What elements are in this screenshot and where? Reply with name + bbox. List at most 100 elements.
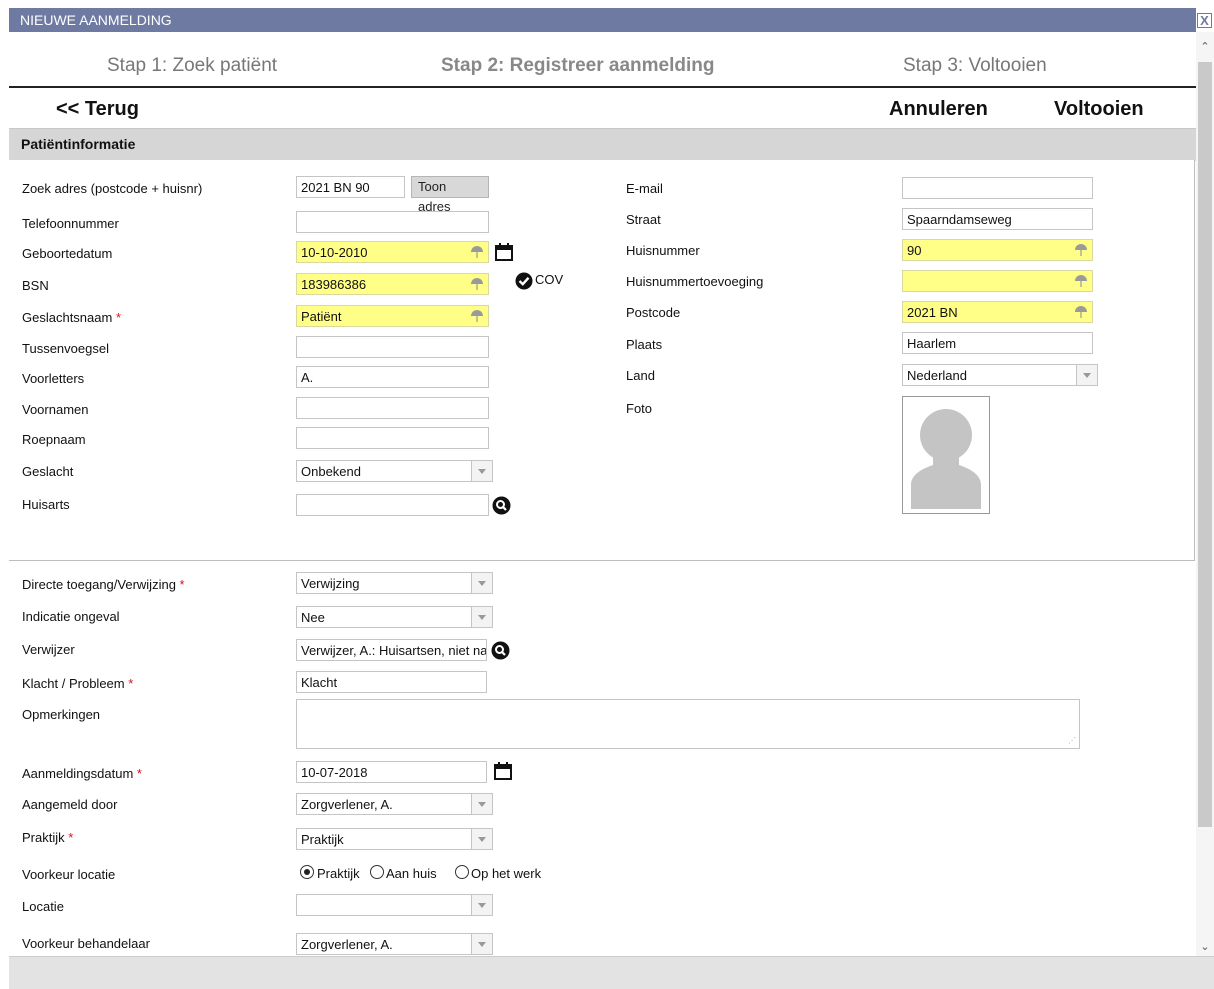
- gp-label: Huisarts: [22, 497, 70, 512]
- chevron-down-icon[interactable]: [471, 607, 492, 627]
- access-label: Directe toegang/Verwijzing *: [22, 577, 185, 592]
- chevron-down-icon[interactable]: [471, 573, 492, 593]
- calendar-icon[interactable]: [495, 243, 513, 264]
- remarks-label: Opmerkingen: [22, 707, 101, 722]
- practice-value: Praktijk: [301, 832, 344, 847]
- radio-home[interactable]: [370, 865, 384, 879]
- referrer-input[interactable]: Verwijzer, A.: Huisartsen, niet nader ge…: [296, 639, 487, 661]
- step-2-active: Stap 2: Registreer aanmelding: [441, 55, 715, 76]
- finish-link[interactable]: Voltooien: [1054, 98, 1144, 121]
- surname-value: Patiënt: [301, 309, 342, 324]
- chevron-down-icon[interactable]: [1076, 365, 1097, 385]
- gender-select[interactable]: Onbekend: [296, 460, 493, 482]
- nav-row: [9, 88, 1196, 128]
- email-label: E-mail: [626, 181, 663, 196]
- cov-label: COV: [535, 272, 564, 287]
- registered-by-select[interactable]: Zorgverlener, A.: [296, 793, 493, 815]
- reg-date-input[interactable]: 10-07-2018: [296, 761, 487, 783]
- umbrella-icon: [470, 309, 484, 323]
- step-3: Stap 3: Voltooien: [903, 55, 1047, 76]
- umbrella-icon: [1074, 243, 1088, 257]
- back-link[interactable]: << Terug: [56, 98, 139, 121]
- radio-work-label: Op het werk: [471, 866, 542, 881]
- search-address-input[interactable]: 2021 BN 90: [296, 176, 405, 198]
- housenumber-value: 90: [907, 243, 922, 258]
- birthdate-label: Geboortedatum: [22, 246, 113, 261]
- required-marker: *: [179, 577, 185, 592]
- location-pref-label: Voorkeur locatie: [22, 867, 116, 882]
- accident-value: Nee: [301, 610, 325, 625]
- remarks-textarea[interactable]: ⋰: [296, 699, 1080, 749]
- referrer-label: Verwijzer: [22, 642, 75, 657]
- chevron-down-icon[interactable]: [471, 794, 492, 814]
- dialog-footer: [9, 956, 1214, 989]
- scroll-up-icon[interactable]: ⌃: [1198, 40, 1212, 54]
- country-value: Nederland: [907, 368, 967, 383]
- nickname-label: Roepnaam: [22, 432, 86, 447]
- city-input[interactable]: Haarlem: [902, 332, 1093, 354]
- radio-work[interactable]: [455, 865, 469, 879]
- step-1: Stap 1: Zoek patiënt: [107, 55, 278, 76]
- scroll-down-icon[interactable]: ⌄: [1198, 940, 1212, 954]
- gender-value: Onbekend: [301, 464, 361, 479]
- initials-input[interactable]: A.: [296, 366, 489, 388]
- access-select[interactable]: Verwijzing: [296, 572, 493, 594]
- practitioner-pref-label: Voorkeur behandelaar: [22, 936, 150, 951]
- radio-practice[interactable]: [300, 865, 314, 879]
- country-select[interactable]: Nederland: [902, 364, 1098, 386]
- postcode-input[interactable]: 2021 BN: [902, 301, 1093, 323]
- bsn-input[interactable]: 183986386: [296, 273, 489, 295]
- housenumber-label: Huisnummer: [626, 243, 700, 258]
- search-icon[interactable]: [491, 641, 510, 663]
- chevron-down-icon[interactable]: [471, 934, 492, 954]
- umbrella-icon: [470, 245, 484, 259]
- umbrella-icon: [1074, 305, 1088, 319]
- street-input[interactable]: Spaarndamseweg: [902, 208, 1093, 230]
- email-input[interactable]: [902, 177, 1093, 199]
- phone-input[interactable]: [296, 211, 489, 233]
- housenumber-add-input[interactable]: [902, 270, 1093, 292]
- gp-input[interactable]: [296, 494, 489, 516]
- housenumber-input[interactable]: 90: [902, 239, 1093, 261]
- chevron-down-icon[interactable]: [471, 895, 492, 915]
- gender-label: Geslacht: [22, 464, 74, 479]
- postcode-label: Postcode: [626, 305, 681, 320]
- complaint-label: Klacht / Probleem *: [22, 676, 134, 691]
- housenumber-add-label: Huisnummertoevoeging: [626, 274, 764, 289]
- firstnames-input[interactable]: [296, 397, 489, 419]
- birthdate-input[interactable]: 10-10-2010: [296, 241, 489, 263]
- practice-label: Praktijk *: [22, 830, 74, 845]
- radio-home-label: Aan huis: [386, 866, 437, 881]
- scrollbar-thumb[interactable]: [1198, 62, 1212, 827]
- photo-placeholder[interactable]: [902, 396, 990, 514]
- street-label: Straat: [626, 212, 661, 227]
- resize-grip-icon[interactable]: ⋰: [1068, 736, 1076, 745]
- search-icon[interactable]: [492, 496, 511, 518]
- umbrella-icon: [1074, 274, 1088, 288]
- accident-label: Indicatie ongeval: [22, 609, 120, 624]
- practitioner-pref-select[interactable]: Zorgverlener, A.: [296, 933, 493, 955]
- close-button[interactable]: X: [1197, 13, 1212, 28]
- calendar-icon[interactable]: [494, 762, 512, 783]
- chevron-down-icon[interactable]: [471, 829, 492, 849]
- complaint-input[interactable]: Klacht: [296, 671, 487, 693]
- practice-select[interactable]: Praktijk: [296, 828, 493, 850]
- accident-select[interactable]: Nee: [296, 606, 493, 628]
- chevron-down-icon[interactable]: [471, 461, 492, 481]
- check-circle-icon: [515, 272, 533, 293]
- required-marker: *: [115, 310, 122, 325]
- section-title: Patiëntinformatie: [21, 136, 136, 152]
- show-address-button[interactable]: Toon adres: [411, 176, 489, 214]
- access-value: Verwijzing: [301, 576, 360, 591]
- cancel-link[interactable]: Annuleren: [889, 98, 988, 121]
- required-marker: *: [68, 830, 74, 845]
- birthdate-value: 10-10-2010: [301, 245, 368, 260]
- location-label: Locatie: [22, 899, 64, 914]
- dialog-title: NIEUWE AANMELDING: [20, 12, 172, 28]
- required-marker: *: [128, 676, 134, 691]
- nickname-input[interactable]: [296, 427, 489, 449]
- location-select[interactable]: [296, 894, 493, 916]
- infix-input[interactable]: [296, 336, 489, 358]
- surname-label: Geslachtsnaam *: [22, 310, 122, 325]
- surname-input[interactable]: Patiënt: [296, 305, 489, 327]
